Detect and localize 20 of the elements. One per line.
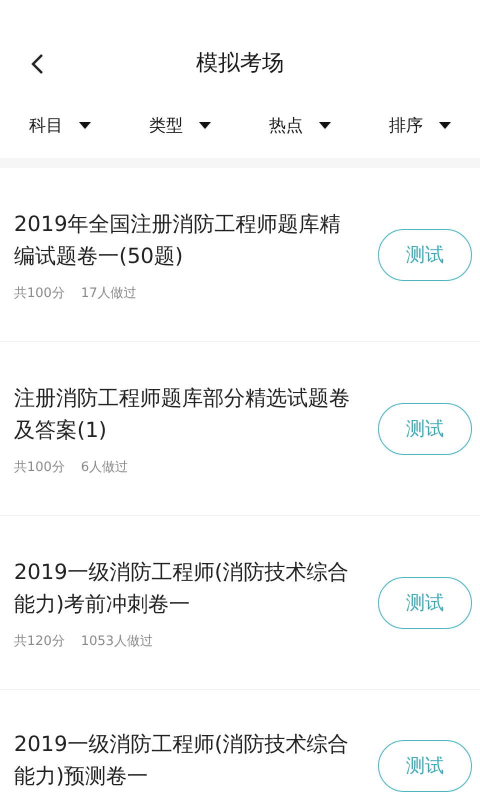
caret-icon[interactable] <box>79 122 91 129</box>
attempt-count: 1053人做过 <box>80 632 153 650</box>
attempt-count: 17人做过 <box>80 284 136 302</box>
filter-dropdown[interactable]: 类型 <box>149 114 183 137</box>
exam-title[interactable]: 2019一级消防工程师(消防技术综合能力)预测卷一 <box>14 728 354 792</box>
exam-title[interactable]: 注册消防工程师题库部分精选试题卷及答案(1) <box>14 382 354 446</box>
filter-dropdown[interactable]: 科目 <box>29 114 63 137</box>
back-icon[interactable] <box>30 53 44 75</box>
exam-title[interactable]: 2019一级消防工程师(消防技术综合能力)考前冲刺卷一 <box>14 556 354 620</box>
exam-title[interactable]: 2019年全国注册消防工程师题库精编试题卷一(50题) <box>14 208 354 272</box>
filter-dropdown[interactable]: 排序 <box>389 114 423 137</box>
caret-icon[interactable] <box>439 122 451 129</box>
caret-icon[interactable] <box>319 122 331 129</box>
caret-icon[interactable] <box>199 122 211 129</box>
attempt-count: 6人做过 <box>80 458 128 476</box>
page-title: 模拟考场 <box>196 50 284 78</box>
filter-dropdown[interactable]: 热点 <box>269 114 303 137</box>
total-score: 共100分 <box>14 284 65 302</box>
total-score: 共100分 <box>14 458 65 476</box>
total-score: 共120分 <box>14 632 65 650</box>
